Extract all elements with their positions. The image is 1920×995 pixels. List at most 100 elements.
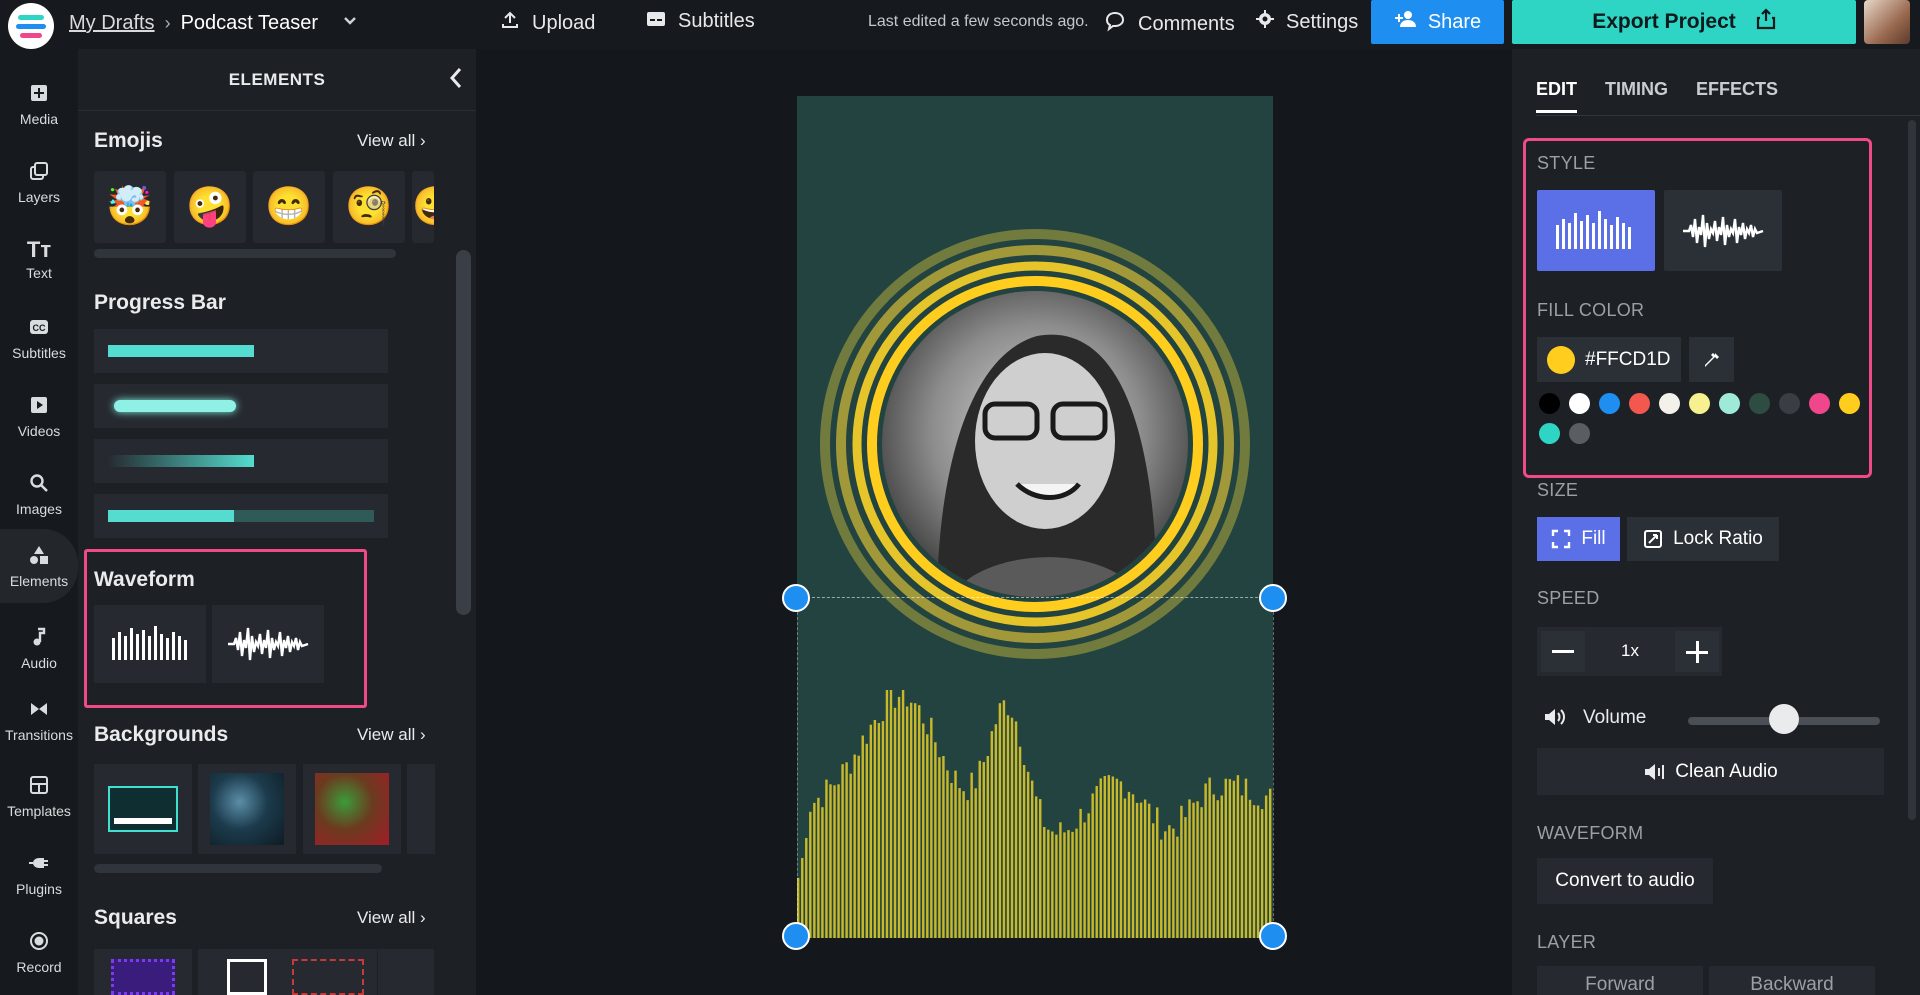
rail-item-transitions[interactable]: Transitions [0, 685, 78, 755]
settings-button[interactable]: Settings [1256, 10, 1358, 34]
background-item[interactable] [407, 764, 435, 854]
waveform-bar [1063, 832, 1066, 938]
style-option-wave[interactable] [1664, 190, 1782, 271]
waveform-bar [1039, 799, 1042, 938]
layer-forward-button[interactable]: Forward [1537, 966, 1703, 995]
lock-ratio-button[interactable]: Lock Ratio [1627, 517, 1779, 561]
export-icon [1756, 8, 1776, 36]
fill-color-field[interactable]: #FFCD1D [1537, 337, 1681, 382]
size-fill-button[interactable]: Fill [1537, 517, 1620, 561]
backgrounds-view-all-link[interactable]: View all › [357, 725, 426, 745]
color-swatch-black[interactable] [1539, 393, 1560, 414]
waveform-bar [1135, 802, 1139, 938]
progress-fill [108, 510, 234, 522]
audio-waveform-element[interactable] [797, 690, 1273, 940]
waveform-bar [861, 735, 864, 938]
resize-handle-top-left[interactable] [782, 584, 810, 612]
progress-bar-track[interactable] [94, 494, 388, 538]
style-option-bars[interactable] [1537, 190, 1655, 271]
squares-view-all-link[interactable]: View all › [357, 908, 426, 928]
share-button[interactable]: Share [1371, 0, 1504, 44]
emoji-item[interactable]: 😀 [412, 171, 434, 243]
project-title[interactable]: Podcast Teaser [181, 12, 319, 35]
waveform-bars-tile[interactable] [94, 605, 206, 683]
resize-handle-bottom-left[interactable] [782, 922, 810, 950]
color-swatch-white[interactable] [1569, 393, 1590, 414]
upload-button[interactable]: Upload [500, 10, 595, 36]
rail-item-text[interactable]: Tт Text [0, 225, 78, 295]
color-swatch-mint[interactable] [1719, 393, 1740, 414]
eyedropper-button[interactable] [1689, 337, 1734, 382]
forward-label: Forward [1585, 974, 1655, 995]
progress-bar-gradient[interactable] [94, 439, 388, 483]
tab-effects[interactable]: EFFECTS [1696, 79, 1778, 113]
share-label: Share [1427, 10, 1482, 33]
rail-item-plugins[interactable]: Plugins [0, 839, 78, 909]
color-swatch-red[interactable] [1629, 393, 1650, 414]
square-item[interactable] [94, 949, 192, 995]
square-item[interactable] [378, 949, 434, 995]
background-item[interactable] [94, 764, 192, 854]
section-title-waveform: Waveform [94, 568, 195, 591]
emoji-item[interactable]: 🤯 [94, 171, 166, 243]
color-swatch-dark-green[interactable] [1749, 393, 1770, 414]
rail-item-audio[interactable]: Audio [0, 613, 78, 683]
waveform-wave-tile[interactable] [212, 605, 324, 683]
progress-bar-solid[interactable] [94, 329, 388, 373]
breadcrumb-my-drafts-link[interactable]: My Drafts [69, 12, 155, 35]
color-swatch-cream[interactable] [1659, 393, 1680, 414]
emojis-view-all-link[interactable]: View all › [357, 131, 426, 151]
waveform-bar [1200, 807, 1203, 938]
style-label: STYLE [1537, 153, 1596, 173]
properties-panel-scrollbar[interactable] [1908, 120, 1916, 820]
collapse-panel-icon[interactable] [446, 65, 466, 98]
emoji-item[interactable]: 🧐 [333, 171, 405, 243]
convert-to-audio-button[interactable]: Convert to audio [1537, 858, 1713, 904]
waveform-bar [926, 734, 929, 938]
color-swatch-blue[interactable] [1599, 393, 1620, 414]
speed-increase-button[interactable] [1675, 631, 1719, 672]
app-logo[interactable] [8, 3, 54, 49]
subtitles-button[interactable]: Subtitles [646, 10, 755, 33]
rail-item-subtitles[interactable]: CC Subtitles [0, 303, 78, 373]
waveform-bar [1099, 778, 1102, 938]
resize-handle-top-right[interactable] [1259, 584, 1287, 612]
color-swatch-charcoal[interactable] [1779, 393, 1800, 414]
color-swatch-pink[interactable] [1809, 393, 1830, 414]
user-avatar[interactable] [1864, 0, 1910, 44]
background-item[interactable] [303, 764, 401, 854]
tab-timing[interactable]: TIMING [1605, 79, 1668, 113]
rail-item-elements[interactable]: Elements [0, 529, 78, 603]
volume-slider-knob[interactable] [1769, 704, 1799, 734]
color-swatch-pale-yellow[interactable] [1689, 393, 1710, 414]
clean-audio-icon [1645, 763, 1665, 780]
color-swatch-grey[interactable] [1569, 423, 1590, 444]
export-project-button[interactable]: Export Project [1512, 0, 1856, 44]
waveform-bar [1216, 800, 1219, 938]
color-swatch-yellow[interactable] [1839, 393, 1860, 414]
rail-item-media[interactable]: Media [0, 69, 78, 139]
resize-handle-bottom-right[interactable] [1259, 922, 1287, 950]
comments-button[interactable]: Comments [1104, 10, 1235, 38]
color-swatch-teal[interactable] [1539, 423, 1560, 444]
rail-item-templates[interactable]: Templates [0, 761, 78, 831]
emoji-item[interactable]: 😁 [253, 171, 325, 243]
layer-backward-button[interactable]: Backward [1709, 966, 1875, 995]
rail-item-layers[interactable]: Layers [0, 147, 78, 217]
rail-item-images[interactable]: Images [0, 459, 78, 529]
elements-panel-scrollbar[interactable] [456, 250, 471, 615]
progress-bar-glow[interactable] [94, 384, 388, 428]
waveform-bar [922, 723, 925, 938]
emoji-item[interactable]: 🤪 [174, 171, 246, 243]
waveform-bar [1107, 775, 1111, 938]
rail-item-record[interactable]: Record [0, 917, 78, 987]
speed-decrease-button[interactable] [1541, 631, 1585, 672]
emojis-scrollbar[interactable] [94, 249, 396, 258]
backgrounds-scrollbar[interactable] [94, 864, 382, 873]
chevron-down-icon[interactable] [342, 12, 358, 35]
clean-audio-button[interactable]: Clean Audio [1537, 748, 1884, 795]
background-item[interactable] [198, 764, 296, 854]
rail-item-videos[interactable]: Videos [0, 381, 78, 451]
tab-edit[interactable]: EDIT [1536, 79, 1578, 113]
square-item[interactable] [279, 949, 377, 995]
